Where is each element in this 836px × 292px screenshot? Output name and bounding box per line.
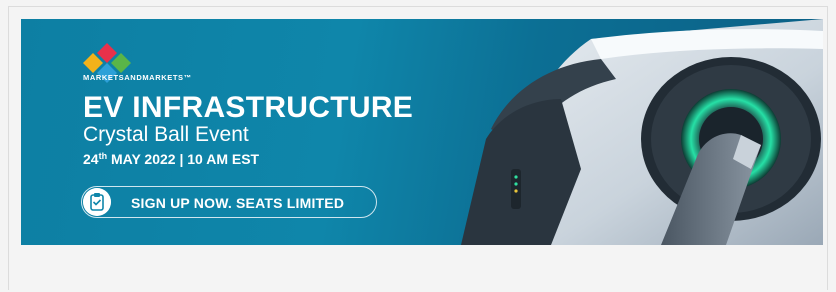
event-title: EV INFRASTRUCTURE bbox=[83, 91, 414, 124]
event-date: 24th MAY 2022 | 10 AM EST bbox=[83, 151, 259, 167]
event-subtitle: Crystal Ball Event bbox=[83, 123, 249, 146]
markets-logo-icon bbox=[83, 43, 131, 83]
event-banner[interactable]: MARKETSANDMARKETS™ EV INFRASTRUCTURE Cry… bbox=[21, 19, 823, 245]
sign-up-button[interactable]: SIGN UP NOW. SEATS LIMITED bbox=[81, 186, 377, 218]
date-suffix: th bbox=[98, 151, 108, 161]
clipboard-icon bbox=[83, 188, 111, 216]
sign-up-label: SIGN UP NOW. SEATS LIMITED bbox=[131, 195, 345, 211]
date-rest: MAY 2022 | 10 AM EST bbox=[107, 151, 260, 167]
date-day: 24 bbox=[83, 151, 99, 167]
brand-wordmark: MARKETSANDMARKETS™ bbox=[83, 73, 192, 82]
ev-charger-photo bbox=[461, 19, 823, 245]
